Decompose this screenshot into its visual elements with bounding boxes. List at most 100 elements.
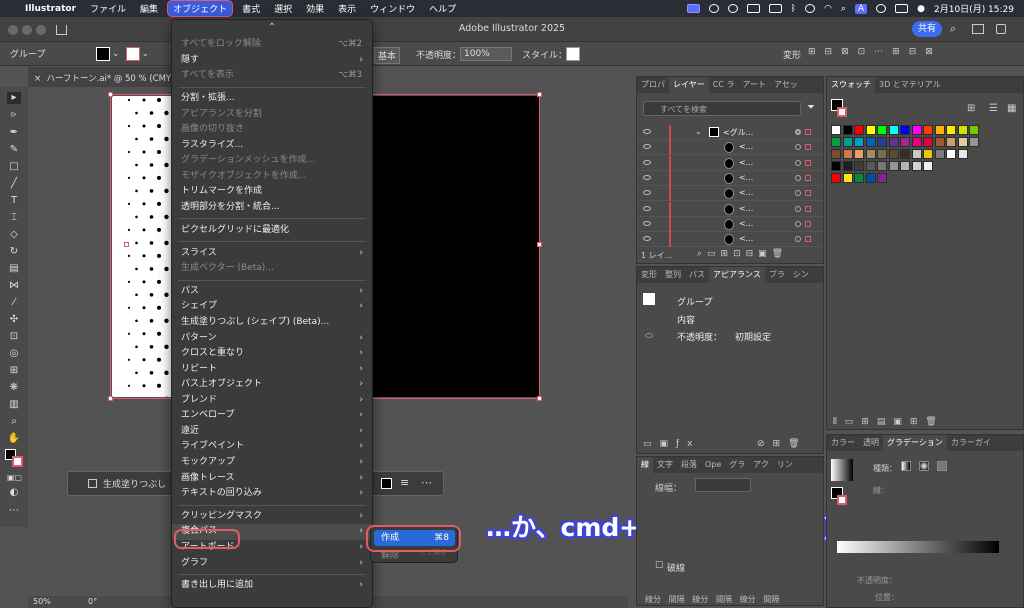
eraser-tool-icon[interactable]: ◇ (7, 229, 21, 241)
color-swatch[interactable] (900, 149, 910, 159)
object-menu-item[interactable]: 透明部分を分割・統合... (172, 200, 372, 216)
free-transform-tool-icon[interactable]: ⊡ (7, 331, 21, 343)
object-menu-item[interactable]: モックアップ › (172, 455, 372, 471)
object-menu-item[interactable]: ライブペイント › (172, 439, 372, 455)
brush-profile-select[interactable]: 基本 (374, 47, 401, 64)
object-menu-item[interactable]: テキストの回り込み › (172, 486, 372, 502)
layer-path-row[interactable]: <... (637, 201, 823, 217)
selection-indicator-icon[interactable] (805, 205, 811, 212)
layer-name[interactable]: <... (739, 219, 753, 228)
tab-align[interactable]: 整列 (661, 267, 685, 283)
appearance-footer-icons[interactable]: ▭▣ƒx (643, 439, 701, 449)
menu-edit[interactable]: 編集 (133, 2, 165, 15)
hand-tool-icon[interactable]: ✋ (7, 433, 21, 445)
rotation-angle[interactable]: 0° (88, 597, 97, 606)
screen-mirror-icon[interactable] (686, 4, 700, 13)
menu-window[interactable]: ウィンドウ (363, 2, 422, 15)
document-tab[interactable]: × ハーフトーン.ai* @ 50 % (CMYK/ (28, 67, 176, 87)
menubar-clock[interactable]: 2月10日(月) 15:29 (934, 2, 1014, 15)
tab-transparency[interactable]: 透明 (859, 435, 883, 451)
tab-paragraph[interactable]: 段落 (677, 457, 701, 473)
grid-view-icon[interactable]: ⊞ (967, 103, 975, 114)
chat-icon[interactable] (727, 4, 738, 13)
paintbrush-tool-icon[interactable]: ╱ (7, 178, 21, 190)
object-menu-item[interactable]: グラフ › (172, 556, 372, 572)
menu-view[interactable]: 表示 (331, 2, 363, 15)
menu-file[interactable]: ファイル (83, 2, 133, 15)
color-swatch[interactable] (831, 137, 841, 147)
object-menu-item[interactable]: すべてをロック解除 ⌥⌘2 (172, 37, 372, 53)
opacity-field[interactable]: 100% (460, 47, 512, 61)
target-icon[interactable] (795, 144, 801, 151)
align-icons[interactable]: ⊞⊟⊠⊡⋯⊞⊟⊠ (808, 47, 942, 57)
selection-indicator-icon[interactable] (805, 144, 811, 151)
visibility-eye-icon[interactable] (643, 174, 651, 180)
color-swatch[interactable] (877, 125, 887, 135)
layer-path-row[interactable]: <... (637, 170, 823, 186)
zoom-level[interactable]: 50% (33, 597, 51, 606)
rectangle-tool-icon[interactable]: □ (7, 161, 21, 173)
tab-opentype[interactable]: Ope (701, 457, 725, 473)
type-tool-icon[interactable]: T (7, 195, 21, 207)
color-swatch[interactable] (957, 125, 968, 135)
object-menu-item[interactable]: 隠す › (172, 53, 372, 69)
stroke-color-icon[interactable] (12, 456, 23, 467)
color-swatch[interactable] (831, 173, 841, 183)
color-swatch[interactable] (934, 149, 945, 159)
selection-indicator-icon[interactable] (805, 129, 811, 135)
object-menu-item[interactable]: モザイクオブジェクトを作成... (172, 169, 372, 185)
freeform-gradient-icon[interactable] (937, 461, 947, 471)
layer-name[interactable]: <... (739, 158, 753, 167)
expand-chevron-icon[interactable]: ⌄ (695, 127, 702, 136)
visibility-eye-icon[interactable] (643, 144, 651, 150)
control-center-icon[interactable] (895, 4, 909, 13)
bluetooth-icon[interactable]: ᛒ (791, 4, 796, 14)
swatch-stroke-icon[interactable] (837, 107, 847, 117)
target-icon[interactable] (795, 190, 801, 197)
line-app-icon[interactable] (708, 4, 719, 13)
color-swatch[interactable] (877, 161, 887, 171)
pen-tool-icon[interactable]: ✒ (7, 127, 21, 139)
color-swatch[interactable] (934, 137, 945, 147)
tab-pathfinder[interactable]: パス (685, 267, 709, 283)
curvature-tool-icon[interactable]: ✎ (7, 144, 21, 156)
color-swatch[interactable] (888, 137, 899, 147)
shape-builder-tool-icon[interactable]: ◎ (7, 348, 21, 360)
color-swatch[interactable] (900, 161, 910, 171)
color-swatch[interactable] (969, 125, 979, 135)
layer-name[interactable]: <... (739, 234, 753, 243)
layer-name[interactable]: <グル... (723, 127, 753, 138)
menu-type[interactable]: 書式 (235, 2, 267, 15)
visibility-eye-icon[interactable] (643, 159, 651, 165)
notification-icon[interactable]: ● (917, 4, 925, 14)
color-swatch[interactable] (888, 125, 899, 135)
battery-icon[interactable] (768, 4, 782, 13)
tab-assets[interactable]: アセッ (770, 77, 802, 93)
color-swatch[interactable] (911, 137, 922, 147)
color-swatch[interactable] (969, 137, 979, 147)
more-tools-icon[interactable]: ⋯ (7, 505, 21, 517)
selection-indicator-icon[interactable] (805, 236, 811, 243)
tab-layers[interactable]: レイヤー (669, 77, 709, 93)
menu-help[interactable]: ヘルプ (422, 2, 463, 15)
ctx-list-icon[interactable]: ≡ (400, 476, 409, 489)
tab-3d-materials[interactable]: 3D とマテリアル (875, 77, 945, 93)
filter-icon[interactable]: ⏷ (807, 102, 815, 113)
tab-brushes[interactable]: ブラ (765, 267, 789, 283)
workspace-icon[interactable] (972, 24, 984, 34)
fill-dropdown-icon[interactable]: ⌄ (110, 49, 126, 59)
tab-artboards[interactable]: アート (738, 77, 770, 93)
object-menu-item[interactable]: シェイプ › (172, 299, 372, 315)
gradient-stroke-icon[interactable] (837, 495, 847, 505)
color-swatch[interactable] (888, 149, 899, 159)
color-swatch[interactable] (842, 125, 853, 135)
input-source-indicator[interactable]: A (854, 3, 868, 14)
object-menu-item[interactable]: 遠近 › (172, 424, 372, 440)
appearance-opacity-label[interactable]: 不透明度： (677, 330, 722, 343)
object-menu-item[interactable]: スライス › (172, 246, 372, 262)
object-menu-item[interactable]: 分割・拡張... (172, 91, 372, 107)
visibility-eye-icon[interactable] (643, 236, 651, 242)
app-menu[interactable]: Illustrator (18, 4, 83, 14)
tab-cc-libraries[interactable]: CC ラ (709, 77, 739, 93)
color-swatch[interactable] (957, 149, 968, 159)
